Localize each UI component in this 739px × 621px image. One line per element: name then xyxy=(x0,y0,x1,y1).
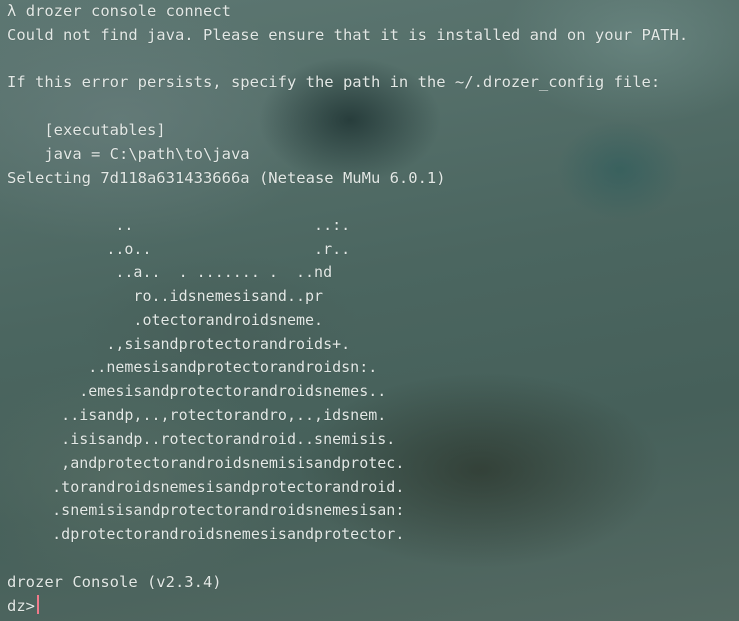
logo-line: ..isandp,..,rotectorandro,..,idsnem. xyxy=(7,406,387,424)
terminal-window[interactable]: λ drozer console connect Could not find … xyxy=(0,0,739,621)
logo-line: .isisandp..rotectorandroid..snemisis. xyxy=(7,430,396,448)
logo-line: .emesisandprotectorandroidsnemes.. xyxy=(7,382,387,400)
prompt-lambda: λ xyxy=(7,2,17,20)
persist-hint-line: If this error persists, specify the path… xyxy=(7,73,661,91)
selecting-device-line: Selecting 7d118a631433666a (Netease MuMu… xyxy=(7,169,446,187)
input-line[interactable]: dz> xyxy=(7,595,39,619)
java-error-line: Could not find java. Please ensure that … xyxy=(7,26,689,44)
dz-prompt: dz> xyxy=(7,597,35,615)
logo-line: ..a.. . ....... . ..nd xyxy=(7,263,333,281)
text-cursor[interactable] xyxy=(37,595,39,614)
config-java-line: java = C:\path\to\java xyxy=(7,145,250,163)
logo-line: ..o.. .r.. xyxy=(7,240,351,258)
logo-line: .dprotectorandroidsnemesisandprotector. xyxy=(7,525,405,543)
logo-line: .snemisisandprotectorandroidsnemesisan: xyxy=(7,501,405,519)
command-text: drozer console connect xyxy=(25,2,231,20)
logo-line: ..nemesisandprotectorandroidsn:. xyxy=(7,358,378,376)
command-line: λ drozer console connect xyxy=(7,0,231,24)
version-line: drozer Console (v2.3.4) xyxy=(7,573,222,591)
logo-line: .torandroidsnemesisandprotectorandroid. xyxy=(7,478,405,496)
logo-line: ro..idsnemesisand..pr xyxy=(7,287,324,305)
logo-line: .otectorandroidsneme. xyxy=(7,311,324,329)
logo-line: .,sisandprotectorandroids+. xyxy=(7,335,351,353)
config-section-line: [executables] xyxy=(7,121,166,139)
logo-line: ,andprotectorandroidsnemisisandprotec. xyxy=(7,454,405,472)
logo-line: .. ..:. xyxy=(7,216,351,234)
